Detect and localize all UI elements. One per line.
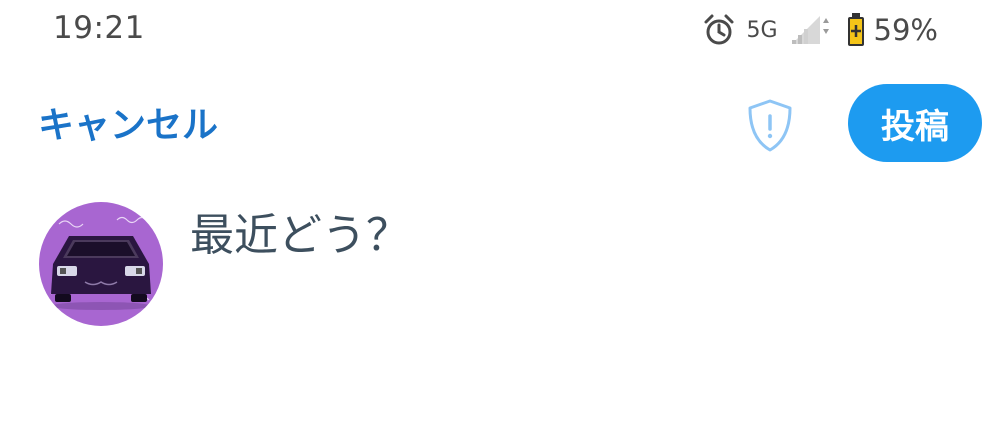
alarm-icon [702, 13, 736, 47]
status-bar: 19:21 5G 59% [0, 0, 1000, 60]
car-avatar-icon [39, 202, 163, 326]
compose-input[interactable] [190, 205, 950, 265]
battery-percent: 59% [873, 13, 938, 47]
post-button[interactable]: 投稿 [848, 84, 982, 162]
shield-alert-icon [740, 99, 800, 157]
cancel-button[interactable]: キャンセル [38, 96, 218, 148]
network-type-label: 5G [746, 17, 778, 43]
avatar[interactable] [39, 202, 163, 326]
status-time: 19:21 [53, 10, 145, 46]
battery-icon [846, 12, 866, 48]
shield-alert-button[interactable] [740, 98, 800, 154]
signal-icon [790, 14, 834, 46]
compose-screen: 19:21 5G 59% キャンセル 投稿 最近どう？ [0, 0, 1000, 423]
status-icons: 5G 59% [690, 8, 938, 52]
